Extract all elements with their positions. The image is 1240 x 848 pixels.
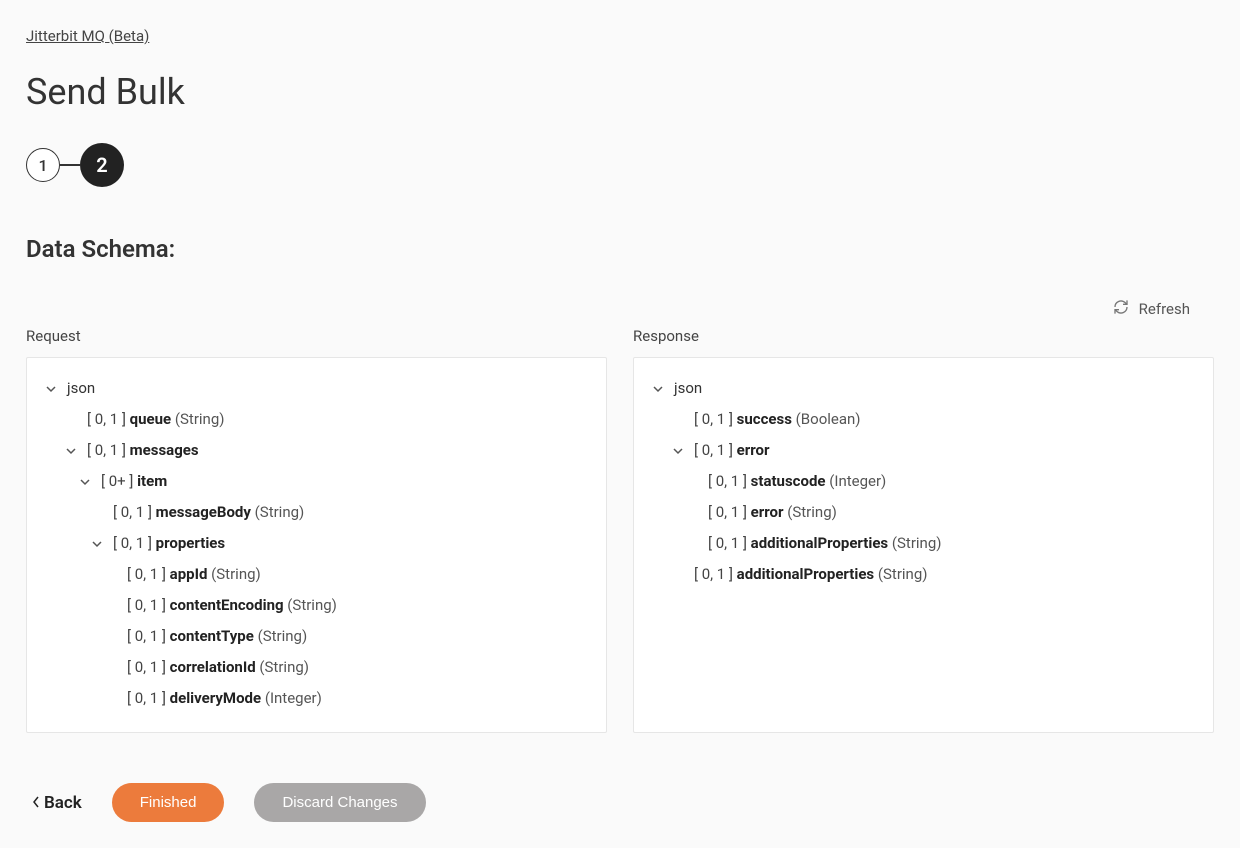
field-type: (String) (175, 409, 225, 430)
tree-node-correlationId[interactable]: [ 0, 1 ] correlationId (String) (45, 657, 588, 678)
tree-node-error-inner[interactable]: [ 0, 1 ] error (String) (652, 502, 1195, 523)
field-name: correlationId (170, 657, 256, 678)
tree-node-appId[interactable]: [ 0, 1 ] appId (String) (45, 564, 588, 585)
back-button[interactable]: Back (32, 793, 82, 813)
discard-changes-button[interactable]: Discard Changes (254, 783, 425, 822)
field-type: (String) (787, 502, 837, 523)
tree-node-contentEncoding[interactable]: [ 0, 1 ] contentEncoding (String) (45, 595, 588, 616)
response-schema-box: json [ 0, 1 ] success (Boolean) [ 0, 1 ]… (633, 357, 1214, 733)
field-type: (String) (878, 564, 928, 585)
tree-node-additionalProperties[interactable]: [ 0, 1 ] additionalProperties (String) (652, 564, 1195, 585)
field-name: properties (156, 533, 225, 554)
field-type: (String) (211, 564, 261, 585)
field-type: (String) (255, 502, 305, 523)
field-name: contentType (170, 626, 254, 647)
field-name: error (751, 502, 784, 523)
tree-node-item[interactable]: [ 0+ ] item (45, 471, 588, 492)
field-type: (Integer) (265, 688, 322, 709)
chevron-down-icon (652, 383, 668, 395)
field-type: (Integer) (829, 471, 886, 492)
response-label: Response (633, 327, 1214, 345)
tree-node-statuscode[interactable]: [ 0, 1 ] statuscode (Integer) (652, 471, 1195, 492)
field-name: messageBody (156, 502, 251, 523)
field-name: additionalProperties (751, 533, 888, 554)
tree-node-properties[interactable]: [ 0, 1 ] properties (45, 533, 588, 554)
tree-node-messages[interactable]: [ 0, 1 ] messages (45, 440, 588, 461)
cardinality: [ 0, 1 ] (694, 409, 733, 430)
cardinality: [ 0, 1 ] (127, 564, 166, 585)
field-name: item (137, 471, 167, 492)
tree-node-success[interactable]: [ 0, 1 ] success (Boolean) (652, 409, 1195, 430)
tree-label: json (674, 378, 702, 399)
chevron-down-icon (65, 445, 81, 457)
cardinality: [ 0+ ] (101, 471, 133, 492)
step-connector (60, 164, 80, 166)
field-name: success (737, 409, 792, 430)
chevron-down-icon (79, 476, 95, 488)
finished-button[interactable]: Finished (112, 783, 225, 822)
cardinality: [ 0, 1 ] (708, 502, 747, 523)
cardinality: [ 0, 1 ] (87, 409, 126, 430)
refresh-label: Refresh (1139, 300, 1190, 318)
tree-node-queue[interactable]: [ 0, 1 ] queue (String) (45, 409, 588, 430)
section-heading: Data Schema: (26, 235, 1214, 263)
chevron-down-icon (91, 538, 107, 550)
field-name: error (737, 440, 770, 461)
page-title: Send Bulk (26, 71, 1214, 113)
tree-node-contentType[interactable]: [ 0, 1 ] contentType (String) (45, 626, 588, 647)
step-2[interactable]: 2 (80, 143, 124, 187)
tree-node-json[interactable]: json (652, 378, 1195, 399)
field-name: messages (130, 440, 199, 461)
request-label: Request (26, 327, 607, 345)
stepper: 1 2 (26, 143, 1214, 187)
field-name: queue (130, 409, 171, 430)
request-column: Request json [ 0, 1 ] queue (String) [ 0… (26, 327, 607, 733)
field-name: additionalProperties (737, 564, 874, 585)
cardinality: [ 0, 1 ] (113, 502, 152, 523)
back-label: Back (44, 793, 82, 813)
field-name: statuscode (751, 471, 826, 492)
request-schema-box: json [ 0, 1 ] queue (String) [ 0, 1 ] me… (26, 357, 607, 733)
tree-node-additionalProperties-inner[interactable]: [ 0, 1 ] additionalProperties (String) (652, 533, 1195, 554)
tree-node-deliveryMode[interactable]: [ 0, 1 ] deliveryMode (Integer) (45, 688, 588, 709)
field-name: deliveryMode (170, 688, 261, 709)
cardinality: [ 0, 1 ] (87, 440, 126, 461)
refresh-button[interactable]: Refresh (1113, 299, 1190, 319)
tree-node-error[interactable]: [ 0, 1 ] error (652, 440, 1195, 461)
cardinality: [ 0, 1 ] (127, 657, 166, 678)
chevron-down-icon (672, 445, 688, 457)
response-column: Response json [ 0, 1 ] success (Boolean)… (633, 327, 1214, 733)
cardinality: [ 0, 1 ] (127, 626, 166, 647)
cardinality: [ 0, 1 ] (127, 688, 166, 709)
step-1[interactable]: 1 (26, 148, 60, 182)
cardinality: [ 0, 1 ] (708, 533, 747, 554)
cardinality: [ 0, 1 ] (708, 471, 747, 492)
cardinality: [ 0, 1 ] (694, 440, 733, 461)
field-type: (String) (258, 626, 308, 647)
cardinality: [ 0, 1 ] (113, 533, 152, 554)
field-type: (String) (892, 533, 942, 554)
tree-label: json (67, 378, 95, 399)
field-type: (Boolean) (796, 409, 861, 430)
footer: Back Finished Discard Changes (26, 783, 1214, 822)
field-name: contentEncoding (170, 595, 284, 616)
field-name: appId (170, 564, 208, 585)
tree-node-json[interactable]: json (45, 378, 588, 399)
field-type: (String) (287, 595, 337, 616)
tree-node-messageBody[interactable]: [ 0, 1 ] messageBody (String) (45, 502, 588, 523)
chevron-down-icon (45, 383, 61, 395)
breadcrumb-link[interactable]: Jitterbit MQ (Beta) (26, 27, 149, 45)
refresh-icon (1113, 299, 1129, 319)
field-type: (String) (259, 657, 309, 678)
cardinality: [ 0, 1 ] (694, 564, 733, 585)
cardinality: [ 0, 1 ] (127, 595, 166, 616)
chevron-left-icon (32, 793, 40, 813)
